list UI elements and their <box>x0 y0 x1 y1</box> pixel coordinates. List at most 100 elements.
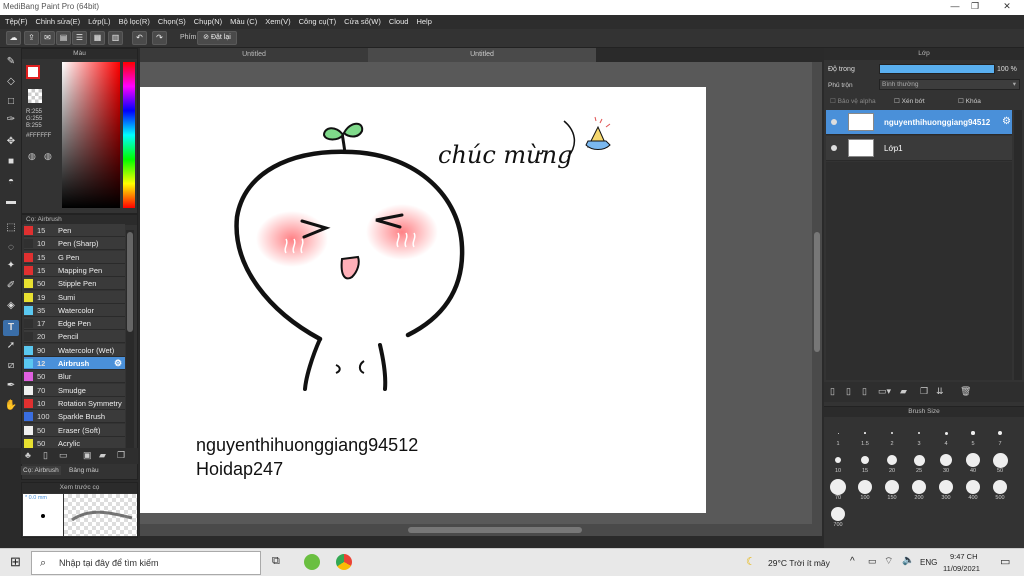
lasso-icon[interactable]: ◌ <box>3 240 19 256</box>
brush-icon[interactable]: ✎ <box>3 54 19 70</box>
folder-icon[interactable]: ▰ <box>99 450 106 461</box>
copy-brush-icon[interactable]: ▣ <box>83 450 92 461</box>
brush-size-dot[interactable] <box>885 480 899 494</box>
brush-item[interactable]: 15 G Pen <box>24 250 125 264</box>
volume-icon[interactable]: 🔈 <box>902 555 914 566</box>
search-box[interactable]: ⌕ Nhập tại đây để tìm kiếm <box>31 551 261 575</box>
brush-size-dot[interactable] <box>864 432 866 434</box>
palette-add-icon[interactable]: ◍ <box>44 151 56 163</box>
brush-item[interactable]: 70 Smudge <box>24 383 125 397</box>
chevron-up-icon[interactable]: ^ <box>850 556 855 567</box>
paper-canvas[interactable]: chúc mừng nguyenthihuonggiang94512 Hoida… <box>140 87 706 513</box>
redo-icon[interactable]: ↷ <box>152 31 167 45</box>
new-halftone-layer-icon[interactable]: ▯ <box>846 386 851 397</box>
brush-size-dot[interactable] <box>939 480 953 494</box>
brush-item[interactable]: 35 Watercolor <box>24 303 125 317</box>
brush-size-dot[interactable] <box>830 479 846 495</box>
brush-item[interactable]: 10 Pen (Sharp) <box>24 237 125 251</box>
brush-size-dot[interactable] <box>912 480 926 494</box>
brush-size-dot[interactable] <box>913 454 925 466</box>
brush-size-dot[interactable] <box>831 507 845 521</box>
opacity-slider[interactable] <box>879 64 995 74</box>
brush-item[interactable]: 50 Blur <box>24 370 125 384</box>
menu-view[interactable]: Xem(V) <box>262 15 295 29</box>
text-icon[interactable]: T <box>3 320 19 336</box>
brush-size-dot[interactable] <box>993 480 1007 494</box>
notification-icon[interactable]: ▭ <box>1000 555 1010 568</box>
task-view-icon[interactable]: ⧉ <box>272 555 280 568</box>
close-button[interactable]: ✕ <box>994 1 1020 14</box>
fill-rect-icon[interactable]: ■ <box>3 154 19 170</box>
menu-snap[interactable]: Chụp(N) <box>191 15 227 29</box>
lock-checkbox[interactable]: ☐ Khóa <box>958 97 981 105</box>
brush-item[interactable]: 12 Airbrush ⚙ <box>24 357 125 370</box>
brush-size-dot[interactable] <box>966 453 980 467</box>
maximize-button[interactable]: ❐ <box>962 1 988 14</box>
trash-icon[interactable]: 🗑 <box>960 386 971 397</box>
gear-icon[interactable]: ⚙ <box>114 358 122 369</box>
layer-row[interactable]: nguyenthihuonggiang94512 ⚙ <box>826 110 1012 135</box>
brush-size-dot[interactable] <box>940 454 952 466</box>
snap-off-button[interactable]: ⊘ Đặt lại <box>197 31 237 45</box>
brush-item[interactable]: 20 Pencil <box>24 330 125 344</box>
comment-icon[interactable]: ✉ <box>40 31 55 45</box>
vertical-scrollbar[interactable] <box>812 62 822 536</box>
clock-time[interactable]: 9:47 CH <box>950 552 978 561</box>
brush-size-dot[interactable] <box>944 431 948 435</box>
undo-icon[interactable]: ↶ <box>132 31 147 45</box>
move-icon[interactable]: ✥ <box>3 134 19 150</box>
brush-size-dot[interactable] <box>992 452 1008 468</box>
language-indicator[interactable]: ENG <box>920 558 937 567</box>
gradient-icon[interactable]: ▬ <box>3 194 19 210</box>
brush-size-dot[interactable] <box>887 455 897 465</box>
brush-size-dot[interactable] <box>837 432 839 434</box>
pen-icon[interactable]: ✑ <box>3 112 19 128</box>
brush-size-dot[interactable] <box>861 456 869 464</box>
gear-icon[interactable]: ⚙ <box>1002 116 1011 127</box>
brush-item[interactable]: 50 Eraser (Soft) <box>24 423 125 437</box>
new-layer-icon[interactable]: ▯ <box>830 386 835 397</box>
duplicate-icon[interactable]: ❐ <box>117 450 125 461</box>
layer-row[interactable]: Lớp1 <box>826 136 1012 161</box>
add-layer-menu-icon[interactable]: ▭▾ <box>878 386 891 397</box>
brush-item[interactable]: 100 Sparkle Brush <box>24 410 125 424</box>
network-icon[interactable]: ▭ <box>868 556 877 567</box>
menu-window[interactable]: Cửa sổ(W) <box>341 15 386 29</box>
eyedropper-icon[interactable]: ✒ <box>3 378 19 394</box>
brush-item[interactable]: 15 Pen <box>24 224 125 237</box>
menu-tools[interactable]: Công cụ(T) <box>296 15 342 29</box>
primary-color-swatch[interactable] <box>26 65 40 79</box>
cloud-icon[interactable]: ☁ <box>6 31 21 45</box>
brush-size-dot[interactable] <box>917 431 921 435</box>
folder-icon[interactable]: ▰ <box>900 386 907 397</box>
brush-item[interactable]: 15 Mapping Pen <box>24 263 125 277</box>
menu-filter[interactable]: Bộ lọc(R) <box>116 15 155 29</box>
bucket-icon[interactable]: ◓ <box>3 174 19 190</box>
hue-slider[interactable] <box>123 62 135 208</box>
hand-icon[interactable]: ✋ <box>3 398 19 414</box>
windows-start-icon[interactable]: ⊞ <box>10 554 21 570</box>
palette-icon[interactable]: ◍ <box>28 151 40 163</box>
brush-size-dot[interactable] <box>891 432 893 434</box>
new-8bit-layer-icon[interactable]: ▯ <box>862 386 867 397</box>
blend-mode-select[interactable]: Bình thường ▾ <box>879 79 1020 90</box>
brush-item[interactable]: 19 Sumi <box>24 290 125 304</box>
eye-icon[interactable] <box>831 145 837 151</box>
brush-list-scrollbar[interactable] <box>126 230 134 448</box>
grid-icon[interactable]: ▦ <box>90 31 105 45</box>
eye-icon[interactable] <box>831 119 837 125</box>
tab-document-2[interactable]: Untitled <box>368 48 596 62</box>
chrome-icon[interactable] <box>336 554 352 570</box>
brush-settings-icon[interactable]: ♣ <box>25 450 31 460</box>
brush-item[interactable]: 10 Rotation Symmetry <box>24 396 125 410</box>
menu-edit[interactable]: Chỉnh sửa(E) <box>33 15 86 29</box>
wifi-icon[interactable]: ⌔ <box>884 555 893 568</box>
transparent-swatch[interactable] <box>28 89 42 103</box>
brush-size-dot[interactable] <box>858 480 872 494</box>
menu-help[interactable]: Help <box>413 15 436 29</box>
brush-size-dot[interactable] <box>966 480 980 494</box>
brush-item[interactable]: 90 Watercolor (Wet) <box>24 343 125 357</box>
brush-item[interactable]: 50 Stipple Pen <box>24 277 125 291</box>
select-pen-icon[interactable]: ✐ <box>3 278 19 294</box>
note-icon[interactable]: ▤ <box>56 31 71 45</box>
